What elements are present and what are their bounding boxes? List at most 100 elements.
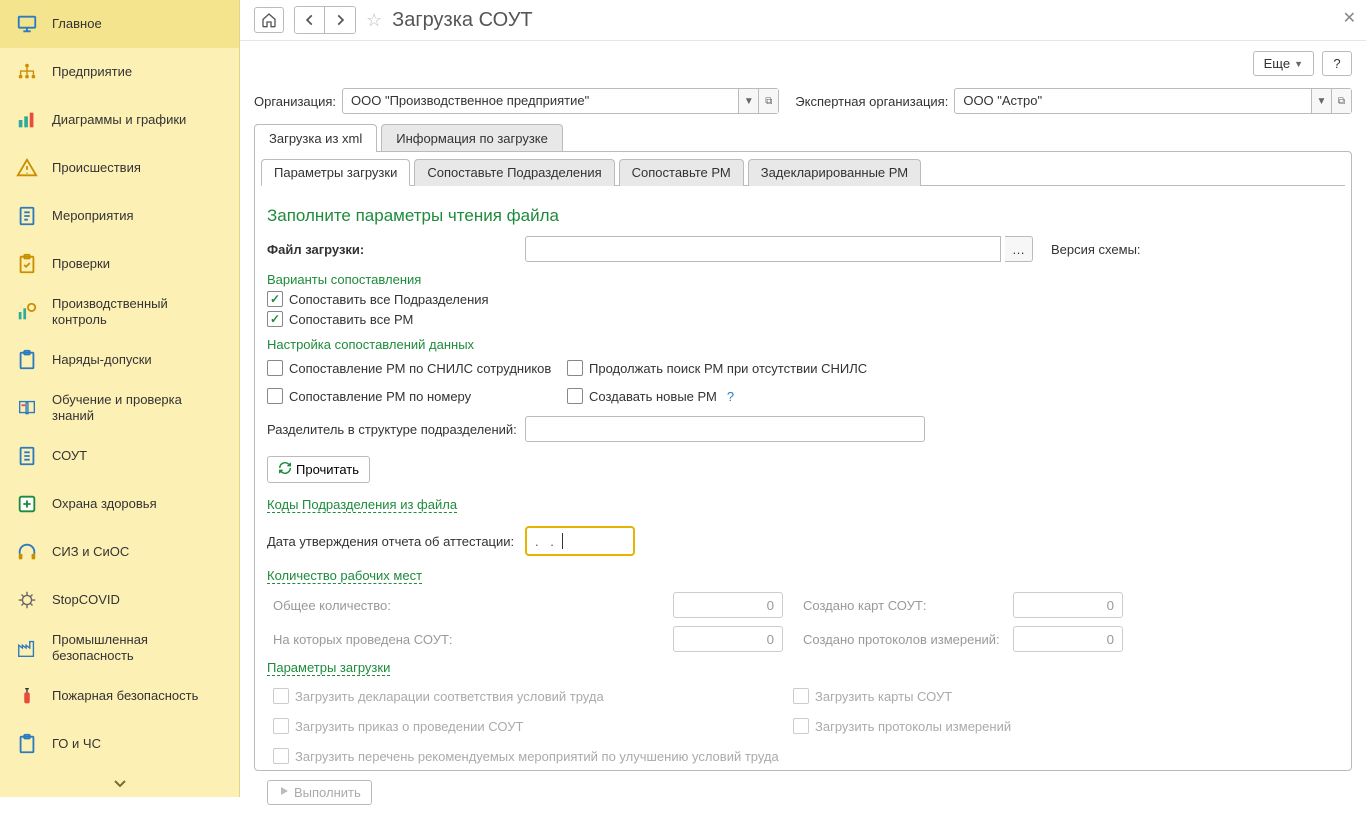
read-label: Прочитать (296, 462, 359, 477)
open-dialog-icon[interactable]: ⧉ (1331, 89, 1351, 113)
chk-decl (273, 688, 289, 704)
sidebar-item-sout[interactable]: СОУТ (0, 432, 239, 480)
favorite-star-icon[interactable]: ☆ (366, 10, 382, 31)
created-cards-field (1013, 592, 1123, 618)
headphones-icon (16, 541, 38, 563)
document-icon (16, 445, 38, 467)
chevron-down-icon[interactable]: ▼ (738, 89, 758, 113)
sidebar-label: Мероприятия (52, 208, 134, 224)
date-label: Дата утверждения отчета об аттестации: (267, 534, 517, 549)
chk-match-rm[interactable]: ✓ (267, 311, 283, 327)
expert-org-label: Экспертная организация: (795, 94, 948, 109)
more-button[interactable]: Еще ▼ (1253, 51, 1314, 76)
chk-snils[interactable] (267, 360, 283, 376)
sidebar-item-fire[interactable]: Пожарная безопасность (0, 672, 239, 720)
sidebar-label: Обучение и проверка знаний (52, 392, 223, 425)
file-input[interactable] (525, 236, 1001, 262)
date-input[interactable]: . . (525, 526, 635, 556)
sidebar-label: Пожарная безопасность (52, 688, 198, 704)
section-title-read: Заполните параметры чтения файла (267, 206, 1339, 226)
clipboard2-icon (16, 733, 38, 755)
chk-decl-label: Загрузить декларации соответствия услови… (295, 689, 604, 704)
chk-cards (793, 688, 809, 704)
help-icon[interactable]: ? (727, 389, 734, 404)
file-browse-button[interactable]: … (1005, 236, 1033, 262)
extinguisher-icon (16, 685, 38, 707)
virus-icon (16, 589, 38, 611)
clipboard-icon (16, 349, 38, 371)
sidebar-item-permits[interactable]: Наряды-допуски (0, 336, 239, 384)
factory-icon (16, 637, 38, 659)
chk-continue[interactable] (567, 360, 583, 376)
nav-forward-button[interactable] (325, 7, 355, 33)
chk-number[interactable] (267, 388, 283, 404)
chk-cards-label: Загрузить карты СОУТ (815, 689, 952, 704)
outer-tab-xml[interactable]: Загрузка из xml (254, 124, 377, 152)
date-value: . . (535, 534, 558, 549)
sidebar-label: СОУТ (52, 448, 87, 464)
outer-tab-info[interactable]: Информация по загрузке (381, 124, 563, 152)
run-label: Выполнить (294, 785, 361, 800)
load-title[interactable]: Параметры загрузки (267, 660, 390, 676)
sout-done-field (673, 626, 783, 652)
nav-back-button[interactable] (295, 7, 325, 33)
variants-title: Варианты сопоставления (267, 272, 1339, 287)
sidebar: Главное Предприятие Диаграммы и графики … (0, 0, 240, 797)
sidebar-item-industrial[interactable]: Промышленная безопасность (0, 624, 239, 672)
org-value: ООО "Производственное предприятие" (343, 89, 738, 113)
inner-tab-rm[interactable]: Сопоставьте РМ (619, 159, 744, 186)
sidebar-item-health[interactable]: Охрана здоровья (0, 480, 239, 528)
separator-input[interactable] (525, 416, 925, 442)
inner-tab-declared[interactable]: Задекларированные РМ (748, 159, 921, 186)
settings-title: Настройка сопоставлений данных (267, 337, 1339, 352)
home-button[interactable] (254, 7, 284, 33)
chk-order (273, 718, 289, 734)
read-button[interactable]: Прочитать (267, 456, 370, 483)
sidebar-item-prodcontrol[interactable]: Производственный контроль (0, 288, 239, 336)
sidebar-label: Наряды-допуски (52, 352, 152, 368)
chk-create[interactable] (567, 388, 583, 404)
org-select[interactable]: ООО "Производственное предприятие" ▼ ⧉ (342, 88, 779, 114)
sidebar-item-emergency[interactable]: ГО и ЧС (0, 720, 239, 768)
play-icon (278, 785, 290, 800)
more-label: Еще (1264, 56, 1290, 71)
sidebar-item-covid[interactable]: StopCOVID (0, 576, 239, 624)
org-label: Организация: (254, 94, 336, 109)
codes-link[interactable]: Коды Подразделения из файла (267, 497, 457, 513)
file-label: Файл загрузки: (267, 242, 517, 257)
sidebar-label: Охрана здоровья (52, 496, 157, 512)
sidebar-item-training[interactable]: Обучение и проверка знаний (0, 384, 239, 432)
help-button[interactable]: ? (1322, 51, 1352, 76)
sidebar-item-charts[interactable]: Диаграммы и графики (0, 96, 239, 144)
sidebar-label: Производственный контроль (52, 296, 223, 329)
chk-proto (793, 718, 809, 734)
sidebar-item-incidents[interactable]: Происшествия (0, 144, 239, 192)
inner-tab-params[interactable]: Параметры загрузки (261, 159, 410, 186)
chk-match-rm-label: Сопоставить все РМ (289, 312, 413, 327)
warning-icon (16, 157, 38, 179)
help-label: ? (1333, 56, 1340, 71)
sidebar-item-enterprise[interactable]: Предприятие (0, 48, 239, 96)
chk-match-depts[interactable]: ✓ (267, 291, 283, 307)
sidebar-item-checks[interactable]: Проверки (0, 240, 239, 288)
sidebar-collapse-chevron[interactable] (0, 768, 239, 799)
chk-match-depts-label: Сопоставить все Подразделения (289, 292, 489, 307)
open-dialog-icon[interactable]: ⧉ (758, 89, 778, 113)
chevron-down-icon[interactable]: ▼ (1311, 89, 1331, 113)
text-caret (562, 533, 563, 549)
sidebar-label: Диаграммы и графики (52, 112, 186, 128)
chk-snils-label: Сопоставление РМ по СНИЛС сотрудников (289, 361, 551, 376)
sidebar-label: СИЗ и СиОС (52, 544, 129, 560)
inner-tab-depts[interactable]: Сопоставьте Подразделения (414, 159, 614, 186)
run-button[interactable]: Выполнить (267, 780, 372, 805)
chart-gear-icon (16, 301, 38, 323)
close-button[interactable]: ✕ (1343, 8, 1356, 28)
sidebar-item-events[interactable]: Мероприятия (0, 192, 239, 240)
total-label: Общее количество: (273, 598, 391, 613)
sidebar-item-siz[interactable]: СИЗ и СиОС (0, 528, 239, 576)
expert-org-select[interactable]: ООО "Астро" ▼ ⧉ (954, 88, 1352, 114)
expert-org-value: ООО "Астро" (955, 89, 1311, 113)
sidebar-item-main[interactable]: Главное (0, 0, 239, 48)
sidebar-label: Происшествия (52, 160, 141, 176)
count-title[interactable]: Количество рабочих мест (267, 568, 422, 584)
